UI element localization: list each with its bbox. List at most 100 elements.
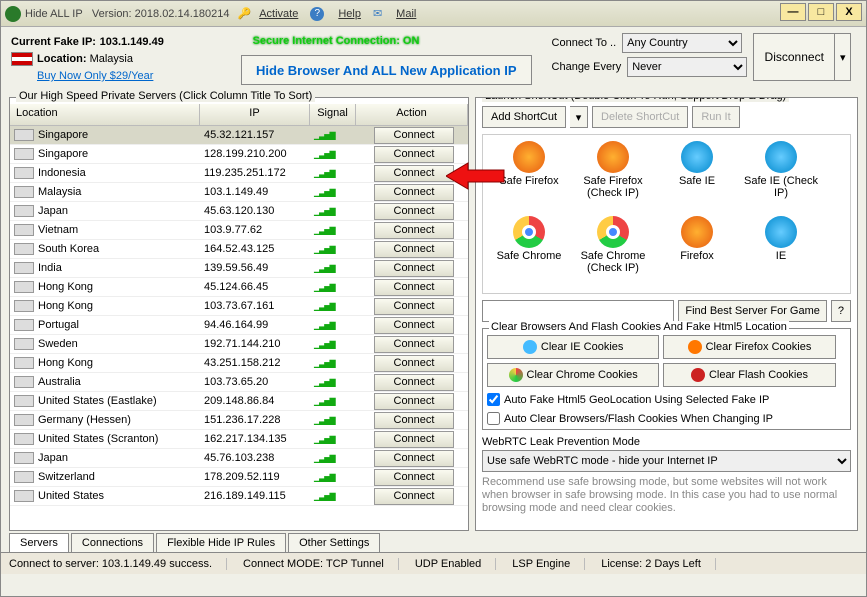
delete-shortcut-button[interactable]: Delete ShortCut	[592, 106, 688, 128]
launcher-item[interactable]: Safe Firefox	[489, 141, 569, 212]
connect-button[interactable]: Connect	[374, 431, 454, 448]
launcher-item[interactable]: Safe Chrome (Check IP)	[573, 216, 653, 287]
tab-servers[interactable]: Servers	[9, 533, 69, 552]
server-row[interactable]: Germany (Hessen)151.236.17.228▁▃▅▇Connec…	[10, 411, 468, 430]
server-ip: 45.76.103.238	[204, 452, 314, 464]
connect-button[interactable]: Connect	[374, 336, 454, 353]
connect-button[interactable]: Connect	[374, 165, 454, 182]
ie-icon	[523, 340, 537, 354]
launcher-label: Safe Chrome (Check IP)	[573, 250, 653, 274]
connect-button[interactable]: Connect	[374, 412, 454, 429]
server-location: Vietnam	[38, 224, 204, 236]
server-row[interactable]: Singapore45.32.121.157▁▃▅▇Connect	[10, 126, 468, 145]
tab-flexible-rules[interactable]: Flexible Hide IP Rules	[156, 533, 286, 552]
launcher-item[interactable]: Safe IE (Check IP)	[741, 141, 821, 212]
server-row[interactable]: Singapore128.199.210.200▁▃▅▇Connect	[10, 145, 468, 164]
col-signal-header[interactable]: Signal	[310, 104, 356, 125]
connect-button[interactable]: Connect	[374, 488, 454, 505]
auto-clear-checkbox[interactable]	[487, 412, 500, 425]
add-shortcut-button[interactable]: Add ShortCut	[482, 106, 566, 128]
launcher-item[interactable]: IE	[741, 216, 821, 287]
disconnect-dropdown-icon[interactable]: ▾	[835, 33, 851, 81]
connect-button[interactable]: Connect	[374, 393, 454, 410]
clear-flash-button[interactable]: Clear Flash Cookies	[663, 363, 835, 387]
flag-icon	[14, 452, 34, 464]
server-row[interactable]: South Korea164.52.43.125▁▃▅▇Connect	[10, 240, 468, 259]
server-row[interactable]: Japan45.63.120.130▁▃▅▇Connect	[10, 202, 468, 221]
server-ip: 192.71.144.210	[204, 338, 314, 350]
add-shortcut-dropdown-icon[interactable]: ▾	[570, 106, 588, 128]
webrtc-select[interactable]: Use safe WebRTC mode - hide your Interne…	[482, 450, 851, 472]
server-row[interactable]: Portugal94.46.164.99▁▃▅▇Connect	[10, 316, 468, 335]
flag-icon	[14, 281, 34, 293]
server-row[interactable]: United States (Eastlake)209.148.86.84▁▃▅…	[10, 392, 468, 411]
launcher-item[interactable]: Safe Firefox (Check IP)	[573, 141, 653, 212]
server-row[interactable]: Sweden192.71.144.210▁▃▅▇Connect	[10, 335, 468, 354]
auto-fake-checkbox[interactable]	[487, 393, 500, 406]
col-location-header[interactable]: Location	[10, 104, 200, 125]
launchers-grid: Safe FirefoxSafe Firefox (Check IP)Safe …	[482, 134, 851, 294]
tab-connections[interactable]: Connections	[71, 533, 154, 552]
connect-to-select[interactable]: Any Country	[622, 33, 742, 53]
connect-button[interactable]: Connect	[374, 222, 454, 239]
flag-icon	[14, 319, 34, 331]
change-every-select[interactable]: Never	[627, 57, 747, 77]
connect-button[interactable]: Connect	[374, 127, 454, 144]
game-search-input[interactable]	[482, 300, 674, 322]
server-row[interactable]: Japan45.76.103.238▁▃▅▇Connect	[10, 449, 468, 468]
find-best-server-button[interactable]: Find Best Server For Game	[678, 300, 827, 322]
clear-firefox-button[interactable]: Clear Firefox Cookies	[663, 335, 835, 359]
connect-to-label: Connect To ..	[552, 37, 617, 49]
connect-button[interactable]: Connect	[374, 450, 454, 467]
connect-button[interactable]: Connect	[374, 298, 454, 315]
connect-button[interactable]: Connect	[374, 355, 454, 372]
connect-button[interactable]: Connect	[374, 184, 454, 201]
server-row[interactable]: Indonesia119.235.251.172▁▃▅▇Connect	[10, 164, 468, 183]
server-row[interactable]: Hong Kong43.251.158.212▁▃▅▇Connect	[10, 354, 468, 373]
connect-button[interactable]: Connect	[374, 279, 454, 296]
run-it-button[interactable]: Run It	[692, 106, 739, 128]
connect-button[interactable]: Connect	[374, 146, 454, 163]
server-row[interactable]: Vietnam103.9.77.62▁▃▅▇Connect	[10, 221, 468, 240]
col-action-header[interactable]: Action	[356, 104, 468, 125]
server-row[interactable]: Hong Kong103.73.67.161▁▃▅▇Connect	[10, 297, 468, 316]
server-ip: 45.124.66.45	[204, 281, 314, 293]
tab-other-settings[interactable]: Other Settings	[288, 533, 380, 552]
minimize-button[interactable]: —	[780, 3, 806, 21]
maximize-button[interactable]: □	[808, 3, 834, 21]
clear-ie-button[interactable]: Clear IE Cookies	[487, 335, 659, 359]
servers-panel-title: Our High Speed Private Servers (Click Co…	[16, 90, 315, 102]
clear-chrome-button[interactable]: Clear Chrome Cookies	[487, 363, 659, 387]
launcher-item[interactable]: Safe IE	[657, 141, 737, 212]
signal-icon: ▁▃▅▇	[314, 473, 360, 482]
mail-link[interactable]: Mail	[396, 8, 416, 20]
help-link[interactable]: Help	[338, 8, 361, 20]
server-row[interactable]: Australia103.73.65.20▁▃▅▇Connect	[10, 373, 468, 392]
server-row[interactable]: India139.59.56.49▁▃▅▇Connect	[10, 259, 468, 278]
launcher-item[interactable]: Safe Chrome	[489, 216, 569, 287]
server-row[interactable]: United States (Scranton)162.217.134.135▁…	[10, 430, 468, 449]
signal-icon: ▁▃▅▇	[314, 264, 360, 273]
server-row[interactable]: Hong Kong45.124.66.45▁▃▅▇Connect	[10, 278, 468, 297]
game-help-button[interactable]: ?	[831, 300, 851, 322]
launcher-item[interactable]: Firefox	[657, 216, 737, 287]
connect-button[interactable]: Connect	[374, 241, 454, 258]
hide-browser-button[interactable]: Hide Browser And ALL New Application IP	[241, 55, 532, 85]
close-button[interactable]: X	[836, 3, 862, 21]
server-row[interactable]: Switzerland178.209.52.119▁▃▅▇Connect	[10, 468, 468, 487]
activate-link[interactable]: Activate	[259, 8, 298, 20]
server-row[interactable]: United States216.189.149.115▁▃▅▇Connect	[10, 487, 468, 506]
server-list[interactable]: Singapore45.32.121.157▁▃▅▇ConnectSingapo…	[10, 126, 468, 514]
flag-icon	[14, 376, 34, 388]
connect-button[interactable]: Connect	[374, 260, 454, 277]
disconnect-button[interactable]: Disconnect	[753, 33, 835, 81]
connect-button[interactable]: Connect	[374, 203, 454, 220]
server-row[interactable]: Malaysia103.1.149.49▁▃▅▇Connect	[10, 183, 468, 202]
col-ip-header[interactable]: IP	[200, 104, 310, 125]
buy-now-link[interactable]: Buy Now Only $29/Year	[37, 70, 153, 82]
connect-button[interactable]: Connect	[374, 374, 454, 391]
connect-button[interactable]: Connect	[374, 317, 454, 334]
flash-icon	[691, 368, 705, 382]
connect-button[interactable]: Connect	[374, 469, 454, 486]
status-mode: Connect MODE: TCP Tunnel	[243, 558, 399, 570]
